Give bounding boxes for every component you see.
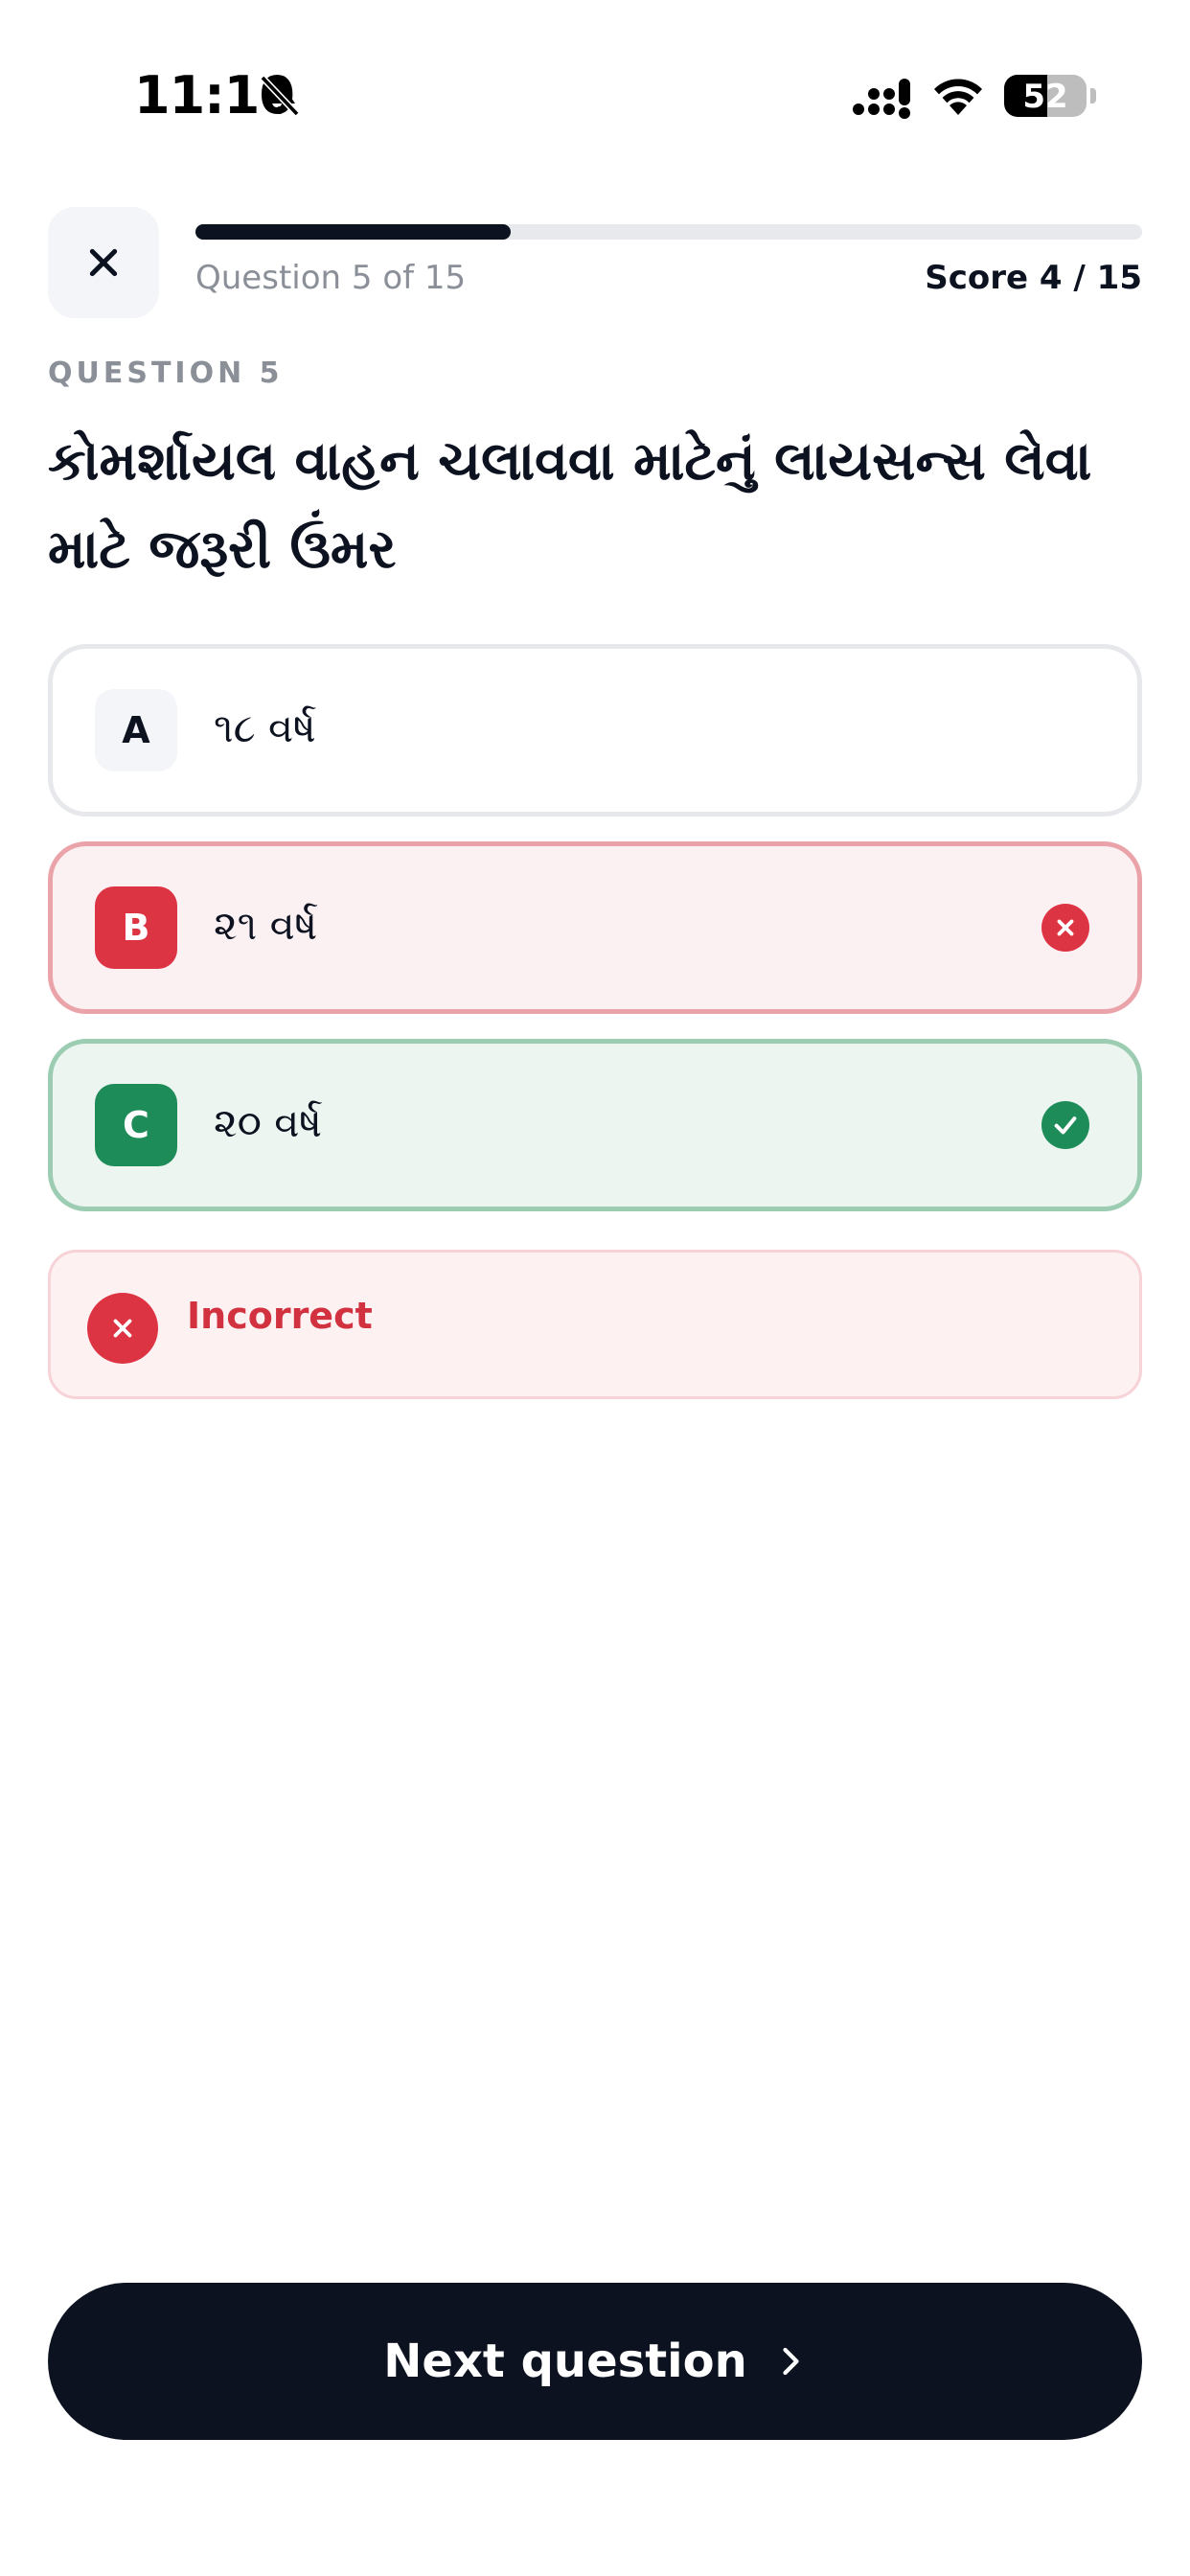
option-text: ૨૦ વર્ષ bbox=[214, 1099, 322, 1146]
option-b[interactable]: B ૨૧ વર્ષ bbox=[48, 841, 1142, 1014]
battery-percent: 52 bbox=[1022, 78, 1068, 116]
quiz-screen: 11:10 52 Question 5 of 15 Score 4 / 15 Q… bbox=[0, 0, 1190, 2576]
x-circle-icon bbox=[87, 1293, 158, 1364]
option-letter: B bbox=[95, 886, 177, 969]
question-text: કોમર્શાયલ વાહન ચલાવવા માટેનું લાયસન્સ લે… bbox=[48, 430, 1092, 581]
next-question-label: Next question bbox=[383, 2334, 747, 2388]
option-letter: C bbox=[95, 1084, 177, 1166]
battery-icon: 52 bbox=[1004, 75, 1087, 117]
question-label: QUESTION 5 bbox=[48, 356, 284, 390]
option-text: ૧૮ વર્ષ bbox=[214, 704, 316, 751]
feedback-banner: Incorrect bbox=[48, 1250, 1142, 1399]
cellular-signal-icon bbox=[853, 79, 910, 119]
close-button[interactable] bbox=[48, 207, 159, 318]
progress-bar bbox=[195, 224, 1142, 240]
bell-slash-icon bbox=[260, 75, 300, 117]
chevron-right-icon bbox=[783, 2347, 799, 2376]
option-a[interactable]: A ૧૮ વર્ષ bbox=[48, 644, 1142, 816]
battery-tip bbox=[1090, 88, 1096, 104]
close-icon bbox=[89, 248, 118, 277]
next-question-button[interactable]: Next question bbox=[48, 2283, 1142, 2440]
feedback-title: Incorrect bbox=[187, 1295, 373, 1337]
x-circle-icon bbox=[1041, 904, 1089, 952]
check-circle-icon bbox=[1041, 1101, 1089, 1149]
score-label: Score 4 / 15 bbox=[925, 259, 1142, 297]
option-text: ૨૧ વર્ષ bbox=[214, 902, 318, 949]
progress-fill bbox=[195, 224, 512, 240]
option-letter: A bbox=[95, 689, 177, 771]
option-c[interactable]: C ૨૦ વર્ષ bbox=[48, 1039, 1142, 1211]
question-counter: Question 5 of 15 bbox=[195, 259, 467, 297]
wifi-icon bbox=[934, 79, 982, 115]
